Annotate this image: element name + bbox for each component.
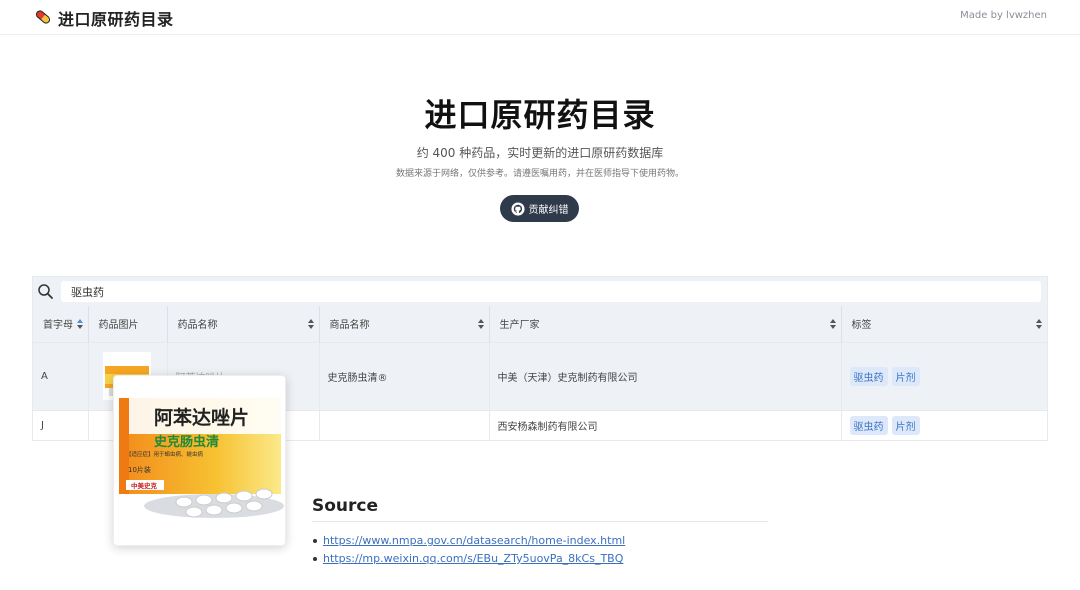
column-header-tags[interactable]: 标签 — [841, 306, 1047, 342]
column-header-brand-name[interactable]: 商品名称 — [319, 306, 490, 342]
divider — [312, 521, 768, 522]
table-header-row: 首字母 药品图片 药品名称 商品名称 生产厂家 标签 — [33, 306, 1047, 342]
disclaimer-note: 数据来源于网络，仅供参考。请遵医嘱用药，并在医师指导下使用药物。 — [395, 169, 684, 179]
sort-icon[interactable] — [1036, 319, 1042, 329]
column-header-image: 药品图片 — [88, 306, 168, 342]
popup-company: 中美史克 — [131, 481, 158, 490]
source-list: https://www.nmpa.gov.cn/datasearch/home-… — [312, 532, 625, 568]
contribute-button[interactable]: 贡献纠错 — [500, 195, 579, 222]
contribute-label: 贡献纠错 — [528, 205, 569, 216]
drug-box-image: 阿苯达唑片 史克肠虫清 【适应症】用于蛔虫病、蛲虫病 10片装 中美史克 — [119, 398, 284, 518]
cell-letter: A — [33, 341, 89, 410]
brand-title[interactable]: 进口原研药目录 — [58, 6, 174, 30]
pill-icon[interactable] — [33, 7, 53, 27]
column-header-letter[interactable]: 首字母 — [33, 306, 89, 342]
cell-tags: 驱虫药 片剂 — [841, 409, 1047, 440]
source-link[interactable]: https://www.nmpa.gov.cn/datasearch/home-… — [323, 534, 625, 547]
column-header-drug-name[interactable]: 药品名称 — [167, 306, 320, 342]
cell-letter: J — [33, 409, 89, 440]
sort-icon[interactable] — [477, 319, 484, 329]
cell-manufacturer: 中美（天津）史克制药有限公司 — [489, 341, 842, 410]
search-icon — [38, 284, 53, 299]
popup-product-name: 阿苯达唑片 — [154, 406, 249, 429]
tag-badge[interactable]: 片剂 — [891, 366, 920, 386]
cell-brand-name — [319, 409, 490, 440]
cell-manufacturer: 西安杨森制药有限公司 — [489, 409, 842, 440]
made-by-link[interactable]: Made by lvwzhen — [960, 10, 1047, 21]
popup-count: 10片装 — [128, 465, 151, 474]
popup-indication: 【适应症】用于蛔虫病、蛲虫病 — [126, 450, 204, 458]
sort-icon[interactable] — [829, 319, 836, 329]
search-input[interactable] — [61, 281, 1041, 302]
drug-image-popup: 阿苯达唑片 史克肠虫清 【适应症】用于蛔虫病、蛲虫病 10片装 中美史克 — [113, 375, 286, 546]
page-subtitle: 约 400 种药品，实时更新的进口原研药数据库 — [416, 146, 664, 160]
github-icon — [510, 201, 525, 216]
source-link[interactable]: https://mp.weixin.qq.com/s/EBu_ZTy5uovPa… — [323, 552, 623, 565]
cell-tags: 驱虫药 片剂 — [841, 341, 1047, 410]
tag-badge[interactable]: 驱虫药 — [849, 366, 888, 386]
search-bar — [33, 277, 1047, 306]
sort-icon[interactable] — [76, 319, 83, 329]
cell-brand-name: 史克肠虫清® — [319, 341, 490, 410]
tag-badge[interactable]: 片剂 — [891, 415, 920, 435]
tag-badge[interactable]: 驱虫药 — [849, 415, 888, 435]
list-item: https://www.nmpa.gov.cn/datasearch/home-… — [312, 532, 625, 550]
list-item: https://mp.weixin.qq.com/s/EBu_ZTy5uovPa… — [312, 550, 625, 568]
source-heading: Source — [312, 496, 379, 516]
page-title: 进口原研药目录 — [424, 96, 656, 134]
top-bar: 进口原研药目录 Made by lvwzhen — [0, 0, 1080, 35]
sort-icon[interactable] — [307, 319, 314, 329]
popup-brand: 史克肠虫清 — [154, 434, 219, 450]
column-header-manufacturer[interactable]: 生产厂家 — [489, 306, 842, 342]
